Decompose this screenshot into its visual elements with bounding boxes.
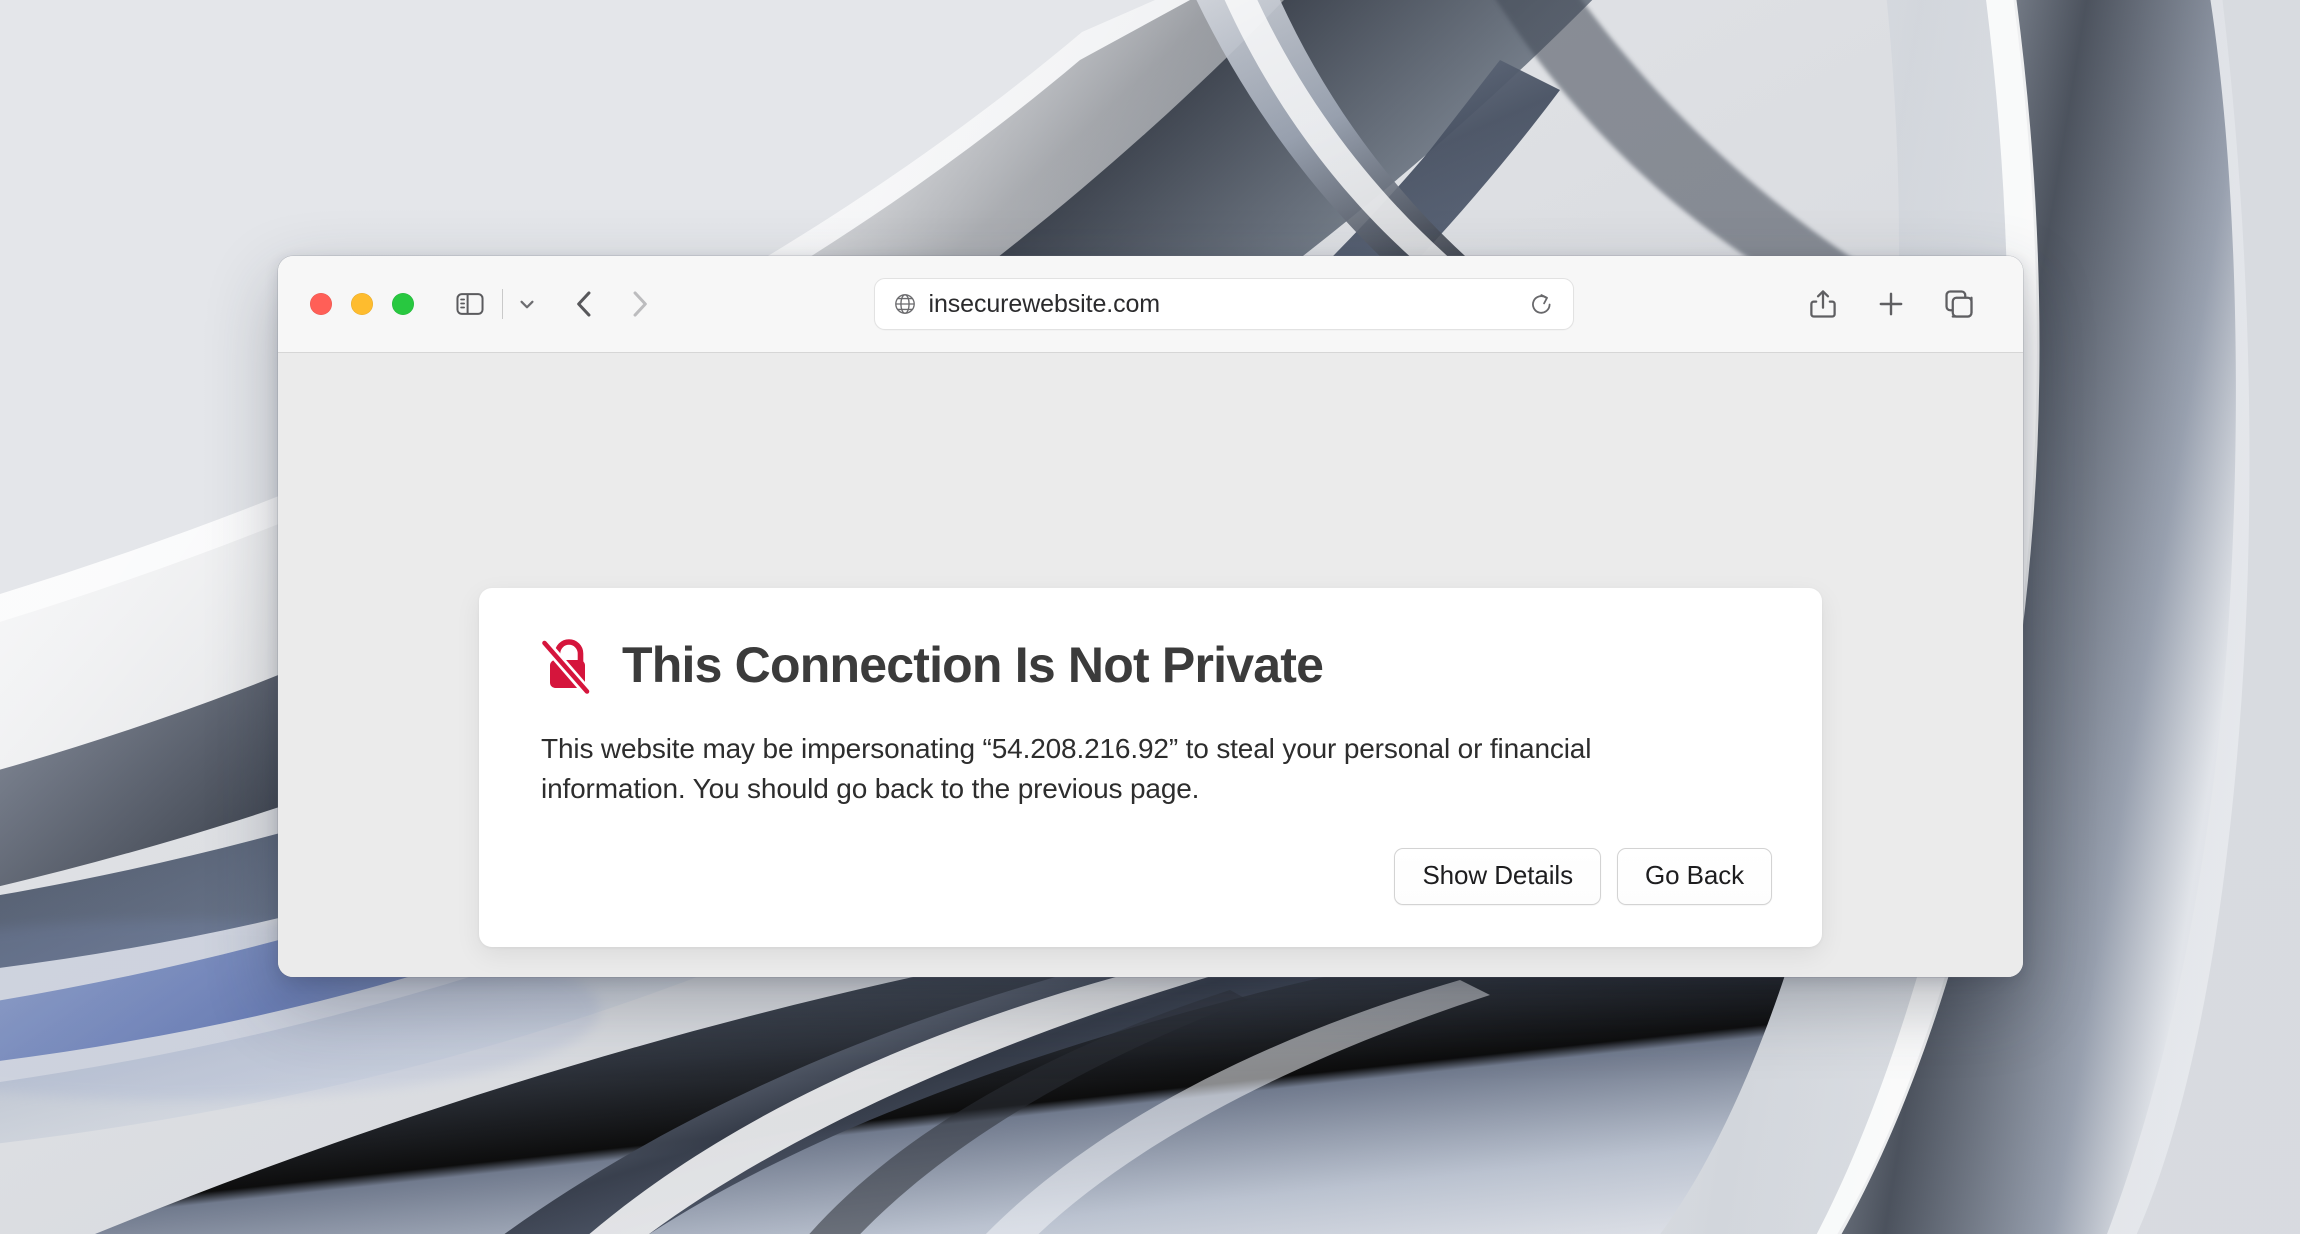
new-tab-button[interactable]: [1869, 282, 1913, 326]
tab-overview-icon: [1945, 290, 1973, 318]
chevron-down-icon: [520, 300, 534, 309]
page-title: This Connection Is Not Private: [622, 637, 1324, 693]
go-back-button[interactable]: Go Back: [1616, 847, 1772, 905]
sidebar-icon: [456, 293, 484, 315]
warning-header: This Connection Is Not Private: [541, 634, 1772, 696]
safari-browser-window: insecurewebsite.com This Connection Is N…: [278, 256, 2023, 977]
desktop-background: insecurewebsite.com This Connection Is N…: [0, 0, 2300, 1234]
urlbar-container: insecurewebsite.com: [660, 278, 1787, 330]
close-window-button[interactable]: [310, 293, 332, 315]
address-bar[interactable]: insecurewebsite.com: [873, 278, 1574, 330]
show-details-button[interactable]: Show Details: [1394, 847, 1601, 905]
toolbar-divider: [502, 289, 503, 319]
connection-warning-card: This Connection Is Not Private This webs…: [479, 588, 1822, 947]
plus-icon: [1879, 292, 1903, 316]
minimize-window-button[interactable]: [351, 293, 373, 315]
browser-toolbar: insecurewebsite.com: [278, 256, 2023, 353]
broken-lock-icon: [541, 636, 593, 696]
window-controls: [310, 293, 414, 315]
page-content-area: This Connection Is Not Private This webs…: [278, 353, 2023, 977]
warning-body-text: This website may be impersonating “54.20…: [541, 733, 1592, 805]
warning-actions: Show Details Go Back: [541, 847, 1772, 905]
toolbar-right-group: [1801, 282, 1981, 326]
globe-icon: [894, 294, 915, 314]
url-text: insecurewebsite.com: [928, 289, 1161, 318]
chevron-right-icon: [633, 291, 647, 317]
zoom-window-button[interactable]: [392, 293, 414, 315]
sidebar-dropdown-button[interactable]: [512, 289, 542, 319]
back-button[interactable]: [564, 283, 606, 325]
tab-overview-button[interactable]: [1937, 282, 1981, 326]
sidebar-toggle-icon[interactable]: [451, 285, 489, 323]
share-button[interactable]: [1801, 282, 1845, 326]
reload-button[interactable]: [1527, 289, 1557, 319]
chevron-left-icon: [577, 291, 591, 317]
reload-icon: [1532, 293, 1551, 314]
share-icon: [1810, 290, 1836, 318]
forward-button[interactable]: [618, 283, 660, 325]
